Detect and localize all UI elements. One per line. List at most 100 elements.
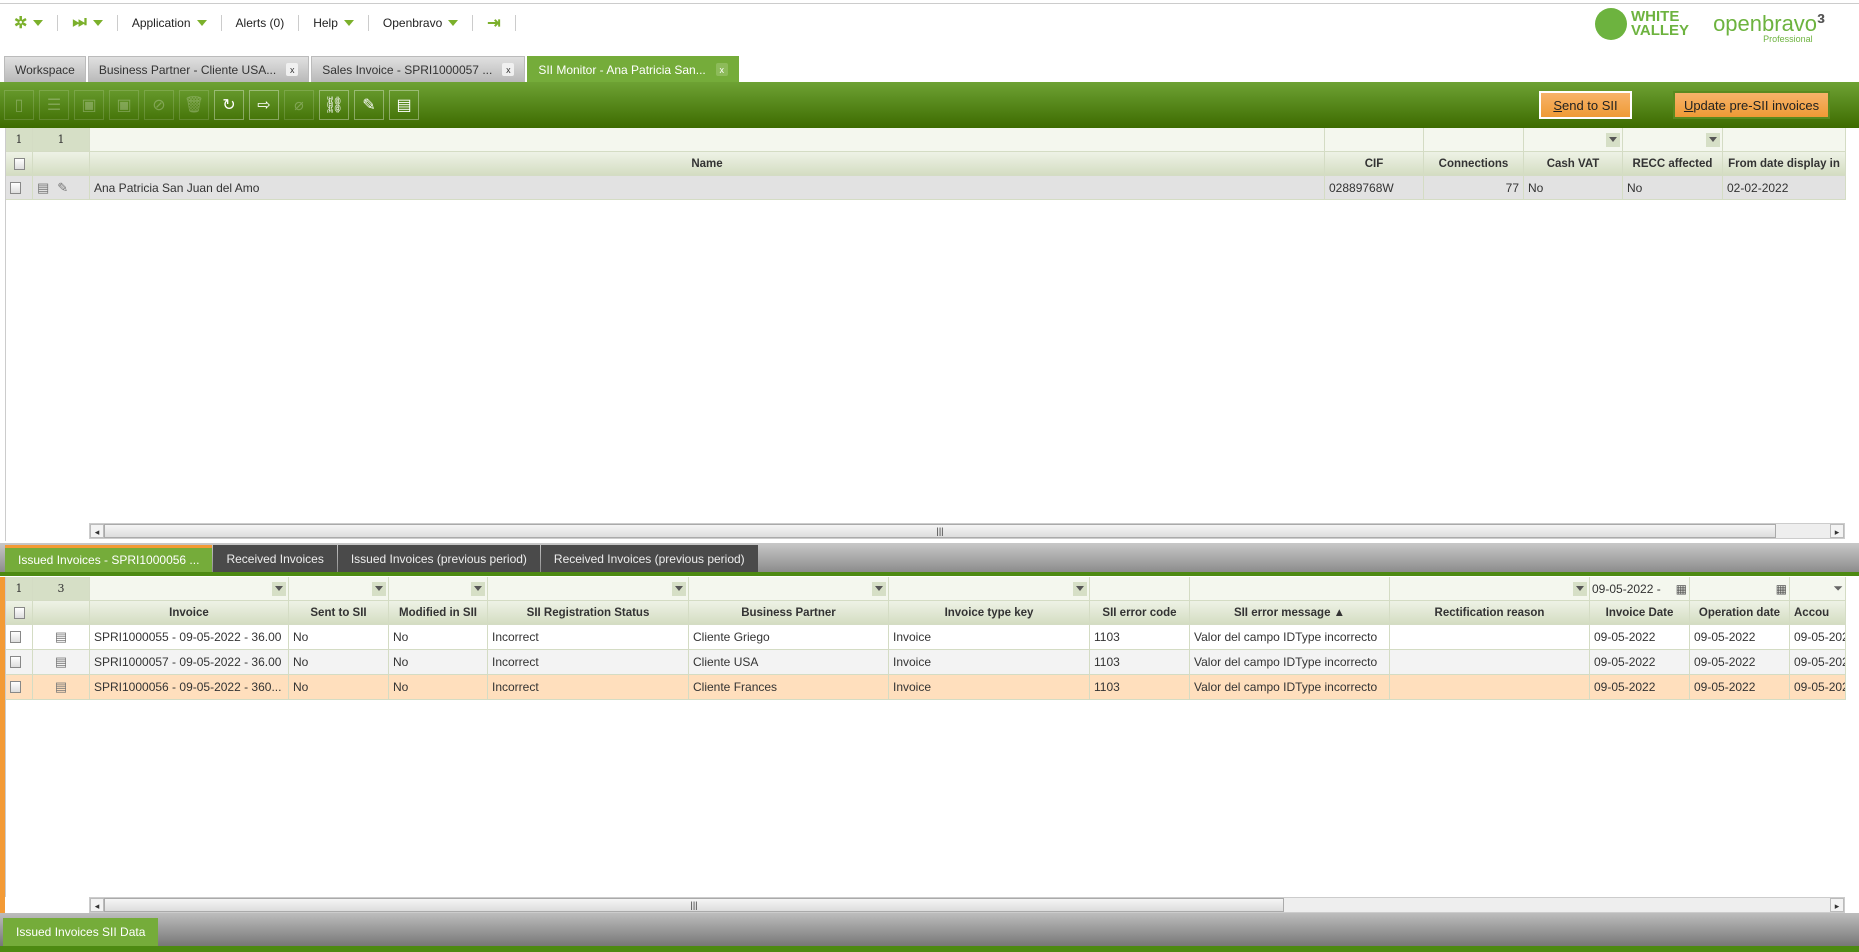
tab-business-partner[interactable]: Business Partner - Cliente USA... x xyxy=(87,56,310,82)
filter-account[interactable]: ⏷ xyxy=(1790,577,1846,601)
filter-business-partner[interactable] xyxy=(689,577,889,601)
close-icon[interactable]: x xyxy=(502,63,515,76)
table-row[interactable]: ▤ SPRI1000057 - 09-05-2022 - 36.00 No No Inc… xyxy=(6,650,1846,675)
document-icon[interactable]: ▤ xyxy=(55,629,67,645)
dropdown-icon[interactable] xyxy=(872,581,886,596)
dropdown-icon[interactable] xyxy=(1706,132,1720,147)
header-registration-status[interactable]: SII Registration Status xyxy=(488,601,689,625)
header-sent-to-sii[interactable]: Sent to SII xyxy=(289,601,389,625)
scroll-thumb[interactable]: ||| xyxy=(104,524,1776,538)
calendar-icon[interactable]: ▦ xyxy=(1676,582,1687,596)
filter-invoice-type-key[interactable] xyxy=(889,577,1090,601)
user-menu[interactable]: Openbravo xyxy=(379,16,462,30)
save-icon[interactable]: ▣ xyxy=(74,90,104,120)
filter-connections[interactable] xyxy=(1424,128,1524,152)
filter-recc[interactable] xyxy=(1623,128,1723,152)
update-pre-sii-button[interactable]: Update pre-SII invoices xyxy=(1673,91,1830,119)
header-from-date[interactable]: From date display in xyxy=(1723,152,1846,176)
horizontal-scrollbar[interactable]: ◂ ||| ▸ xyxy=(89,897,1845,913)
link-icon[interactable]: ⛓ xyxy=(319,90,349,120)
filter-error-message[interactable] xyxy=(1190,577,1390,601)
header-operation-date[interactable]: Operation date xyxy=(1690,601,1790,625)
send-to-sii-button[interactable]: Send to SII xyxy=(1539,91,1632,119)
save-close-icon[interactable]: ▣ xyxy=(109,90,139,120)
scroll-left-icon[interactable]: ◂ xyxy=(90,898,104,912)
row-checkbox[interactable] xyxy=(6,675,33,700)
tab-issued-sii-data[interactable]: Issued Invoices SII Data xyxy=(3,918,159,946)
filter-icon[interactable]: ⏷ xyxy=(1833,581,1843,596)
header-business-partner[interactable]: Business Partner xyxy=(689,601,889,625)
row-checkbox[interactable] xyxy=(6,176,33,200)
tab-workspace[interactable]: Workspace xyxy=(4,56,86,82)
document-icon[interactable]: ▤ xyxy=(55,654,67,670)
horizontal-scrollbar[interactable]: ◂ ||| ▸ xyxy=(89,523,1845,539)
quick-create-menu[interactable]: ⏭ xyxy=(68,14,106,32)
filter-rectification-reason[interactable] xyxy=(1390,577,1590,601)
row-checkbox[interactable] xyxy=(6,625,33,650)
scroll-left-icon[interactable]: ◂ xyxy=(90,524,104,538)
filter-error-code[interactable] xyxy=(1090,577,1190,601)
header-cash-vat[interactable]: Cash VAT xyxy=(1524,152,1623,176)
document-icon[interactable]: ▤ xyxy=(37,180,49,196)
table-row[interactable]: ▤ SPRI1000056 - 09-05-2022 - 360... No No In… xyxy=(6,675,1846,700)
header-account[interactable]: Accou xyxy=(1790,601,1846,625)
tab-received-invoices[interactable]: Received Invoices xyxy=(213,545,337,572)
header-invoice[interactable]: Invoice xyxy=(90,601,289,625)
undo-icon[interactable]: ⊘ xyxy=(144,90,174,120)
logout-button[interactable]: ⇥ xyxy=(483,13,504,33)
tab-sii-monitor[interactable]: SII Monitor - Ana Patricia San... x xyxy=(527,56,739,82)
header-invoice-type-key[interactable]: Invoice type key xyxy=(889,601,1090,625)
scroll-right-icon[interactable]: ▸ xyxy=(1830,524,1844,538)
filter-invoice[interactable] xyxy=(90,577,289,601)
filter-from-date[interactable] xyxy=(1723,128,1846,152)
header-name[interactable]: Name xyxy=(90,152,1325,176)
alerts-link[interactable]: Alerts (0) xyxy=(232,16,289,30)
table-row[interactable]: ▤ ✎ Ana Patricia San Juan del Amo 0288976… xyxy=(6,176,1846,200)
select-all-checkbox[interactable] xyxy=(6,152,33,176)
quick-launch-menu[interactable]: ✲ xyxy=(10,13,47,33)
filter-cash-vat[interactable] xyxy=(1524,128,1623,152)
delete-icon[interactable]: 🗑 xyxy=(179,90,209,120)
dropdown-icon[interactable] xyxy=(672,581,686,596)
header-connections[interactable]: Connections xyxy=(1424,152,1524,176)
dropdown-icon[interactable] xyxy=(1573,581,1587,596)
filter-invoice-date[interactable]: 09-05-2022 - ▦ xyxy=(1590,577,1690,601)
new-row-icon[interactable]: ☰ xyxy=(39,90,69,120)
filter-modified-in-sii[interactable] xyxy=(389,577,488,601)
select-all-checkbox[interactable] xyxy=(6,601,33,625)
document-icon[interactable]: ▤ xyxy=(55,679,67,695)
header-error-message[interactable]: SII error message ▲ xyxy=(1190,601,1390,625)
pencil-icon[interactable]: ✎ xyxy=(57,180,68,196)
close-icon[interactable]: x xyxy=(286,63,299,76)
table-row[interactable]: ▤ SPRI1000055 - 09-05-2022 - 36.00 No No Inc… xyxy=(6,625,1846,650)
dropdown-icon[interactable] xyxy=(1606,132,1620,147)
new-document-icon[interactable]: ▯ xyxy=(4,90,34,120)
dropdown-icon[interactable] xyxy=(471,581,485,596)
attach-icon[interactable]: ⌀ xyxy=(284,90,314,120)
header-recc[interactable]: RECC affected xyxy=(1623,152,1723,176)
header-cif[interactable]: CIF xyxy=(1325,152,1424,176)
tab-sales-invoice[interactable]: Sales Invoice - SPRI1000057 ... x xyxy=(311,56,526,82)
application-menu[interactable]: Application xyxy=(128,16,211,30)
tab-issued-previous[interactable]: Issued Invoices (previous period) xyxy=(337,545,540,572)
row-checkbox[interactable] xyxy=(6,650,33,675)
help-menu[interactable]: Help xyxy=(309,16,358,30)
dropdown-icon[interactable] xyxy=(372,581,386,596)
tab-issued-invoices[interactable]: Issued Invoices - SPRI1000056 ... xyxy=(5,545,213,572)
header-rectification-reason[interactable]: Rectification reason xyxy=(1390,601,1590,625)
scroll-thumb[interactable]: ||| xyxy=(104,898,1284,912)
tab-received-previous[interactable]: Received Invoices (previous period) xyxy=(540,545,758,572)
export-icon[interactable]: ⇨ xyxy=(249,90,279,120)
dropdown-icon[interactable] xyxy=(272,581,286,596)
filter-name[interactable] xyxy=(90,128,1325,152)
layout-icon[interactable]: ▤ xyxy=(389,90,419,120)
scroll-right-icon[interactable]: ▸ xyxy=(1830,898,1844,912)
filter-operation-date[interactable]: ▦ xyxy=(1690,577,1790,601)
filter-registration-status[interactable] xyxy=(488,577,689,601)
calendar-icon[interactable]: ▦ xyxy=(1776,582,1787,596)
close-icon[interactable]: x xyxy=(715,63,728,76)
dropdown-icon[interactable] xyxy=(1073,581,1087,596)
refresh-icon[interactable]: ↻ xyxy=(214,90,244,120)
filter-cif[interactable] xyxy=(1325,128,1424,152)
header-invoice-date[interactable]: Invoice Date xyxy=(1590,601,1690,625)
